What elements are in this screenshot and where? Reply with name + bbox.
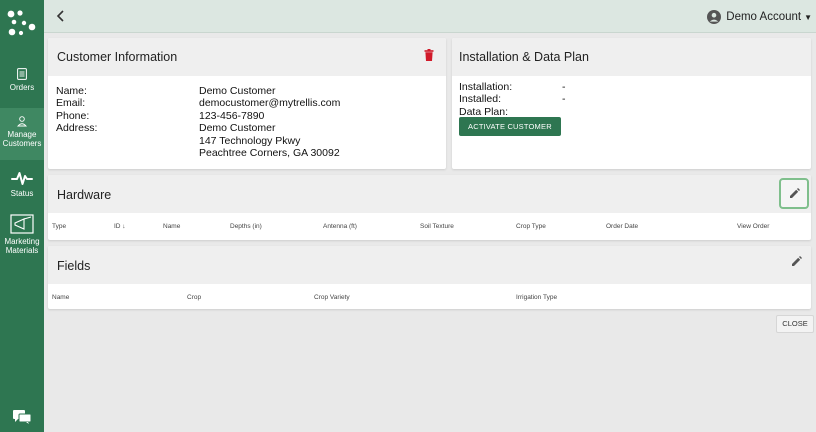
column-header-type[interactable]: Type xyxy=(52,223,66,230)
card-title: Hardware xyxy=(57,188,112,202)
hardware-table-header: Type ID ↓ Name Depths (in) Antenna (ft) … xyxy=(48,213,811,240)
column-header-crop-variety[interactable]: Crop Variety xyxy=(314,294,350,301)
name-value: Demo Customer xyxy=(199,85,276,97)
sidebar-item-marketing-materials[interactable]: Marketing Materials xyxy=(0,212,44,260)
installed-label: Installed: xyxy=(459,93,502,106)
account-name: Demo Account xyxy=(726,11,802,23)
column-header-id[interactable]: ID ↓ xyxy=(114,223,126,230)
card-header: Customer Information xyxy=(48,38,446,76)
installation-value: - xyxy=(562,81,566,93)
sidebar-item-status[interactable]: Status xyxy=(0,166,44,206)
installation-values: - - xyxy=(562,81,566,106)
trellis-logo-icon[interactable] xyxy=(4,6,40,42)
phone-value: 123-456-7890 xyxy=(199,109,265,122)
delete-icon[interactable] xyxy=(424,49,434,61)
card-header: Fields xyxy=(48,246,811,284)
column-header-crop[interactable]: Crop xyxy=(187,294,201,301)
customer-information-card: Customer Information Name: Email: Phone:… xyxy=(48,38,446,169)
card-header: Installation & Data Plan xyxy=(452,38,811,76)
fields-card: Fields Name Crop Crop Variety Irrigation… xyxy=(48,246,811,309)
installed-value: - xyxy=(562,93,566,106)
avatar-icon xyxy=(707,10,722,24)
card-title: Fields xyxy=(57,259,91,273)
chat-icon[interactable] xyxy=(13,410,31,424)
email-label: Email: xyxy=(56,97,86,110)
customer-labels: Name: Email: Phone: Address: xyxy=(56,85,97,135)
sidebar-item-orders[interactable]: Orders xyxy=(0,62,44,106)
sidebar-item-manage-customers[interactable]: Manage Customers xyxy=(0,108,44,160)
card-header: Hardware xyxy=(48,175,811,213)
address-line-1: Demo Customer xyxy=(199,122,276,135)
address-line-3: Peachtree Corners, GA 30092 xyxy=(199,147,340,160)
top-bar: Demo Account ▼ xyxy=(44,0,816,33)
activate-customer-button[interactable]: ACTIVATE CUSTOMER xyxy=(459,117,561,136)
sidebar-item-label: Manage Customers xyxy=(2,130,42,148)
card-title: Installation & Data Plan xyxy=(459,50,589,64)
column-header-depths[interactable]: Depths (in) xyxy=(230,223,262,230)
column-header-name[interactable]: Name xyxy=(163,223,180,230)
installation-label: Installation: xyxy=(459,81,513,93)
account-menu[interactable]: Demo Account ▼ xyxy=(707,8,812,26)
installation-data-plan-card: Installation & Data Plan Installation: I… xyxy=(452,38,811,169)
column-header-antenna[interactable]: Antenna (ft) xyxy=(323,223,357,230)
pulse-icon xyxy=(11,172,33,185)
sidebar: Orders Manage Customers Status Marketing… xyxy=(0,0,44,432)
installation-labels: Installation: Installed: Data Plan: xyxy=(459,81,512,118)
card-title: Customer Information xyxy=(57,50,178,64)
fields-table-header: Name Crop Crop Variety Irrigation Type xyxy=(48,284,811,309)
column-header-irrigation-type[interactable]: Irrigation Type xyxy=(516,294,557,301)
column-header-name[interactable]: Name xyxy=(52,294,69,301)
column-header-view-order[interactable]: View Order xyxy=(737,223,769,230)
phone-label: Phone: xyxy=(56,109,90,122)
caret-down-icon: ▼ xyxy=(804,12,812,22)
hardware-card: Hardware Type ID ↓ Name Depths (in) Ante… xyxy=(48,175,811,240)
address-line-2: 147 Technology Pkwy xyxy=(199,134,301,147)
person-icon xyxy=(17,116,27,127)
column-header-soil-texture[interactable]: Soil Texture xyxy=(420,223,454,230)
edit-hardware-button[interactable] xyxy=(779,178,809,209)
pencil-icon xyxy=(790,188,800,198)
email-value: democustomer@mytrellis.com xyxy=(199,97,341,110)
column-header-order-date[interactable]: Order Date xyxy=(606,223,638,230)
address-label: Address: xyxy=(56,122,98,135)
sidebar-item-label: Status xyxy=(10,189,34,198)
document-icon xyxy=(17,68,27,80)
chevron-left-icon[interactable] xyxy=(54,9,68,23)
sidebar-item-label: Orders xyxy=(9,83,35,92)
column-header-crop-type[interactable]: Crop Type xyxy=(516,223,546,230)
pencil-icon[interactable] xyxy=(791,256,802,267)
megaphone-icon xyxy=(10,214,34,234)
close-button[interactable]: CLOSE xyxy=(776,315,814,333)
customer-values: Demo Customer democustomer@mytrellis.com… xyxy=(199,85,340,159)
name-label: Name: xyxy=(56,85,87,97)
sidebar-item-label: Marketing Materials xyxy=(4,237,40,255)
